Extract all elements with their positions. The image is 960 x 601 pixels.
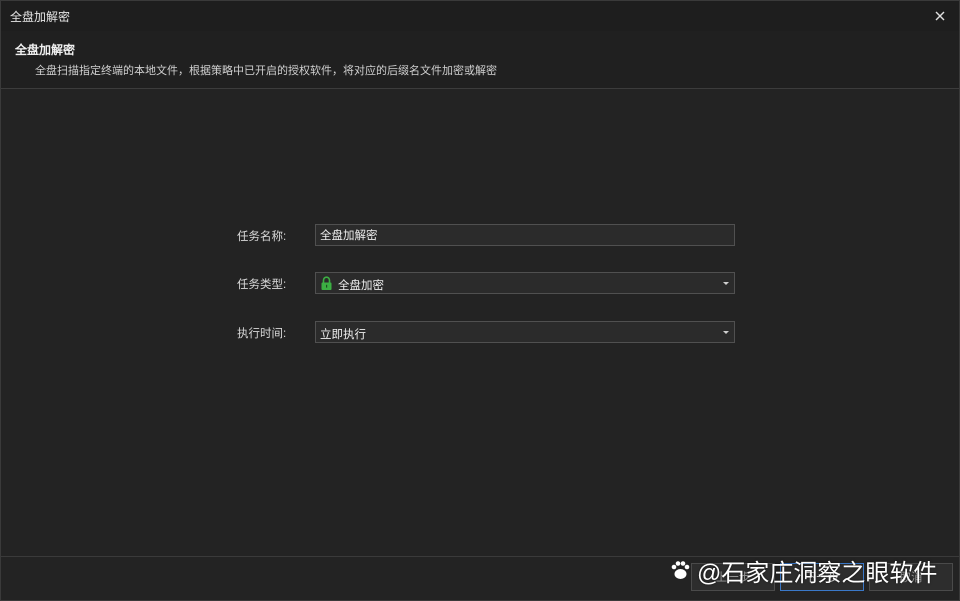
task-type-value: 全盘加密 <box>338 280 384 292</box>
cancel-button[interactable]: 取消 <box>869 563 953 591</box>
paw-logo-icon <box>671 561 690 579</box>
footer-divider <box>1 556 959 557</box>
title-bar[interactable]: 全盘加解密 <box>1 1 959 31</box>
lock-icon <box>321 276 332 290</box>
exec-time-label: 执行时间: <box>237 328 287 340</box>
task-name-label: 任务名称: <box>237 231 287 243</box>
task-type-label: 任务类型: <box>237 279 287 291</box>
chevron-down-icon <box>723 282 729 285</box>
prev-button[interactable]: 上一步 <box>691 563 775 591</box>
exec-time-select[interactable]: 立即执行 <box>315 321 735 343</box>
task-name-row: 任务名称: <box>1 224 959 246</box>
close-button[interactable] <box>929 5 951 27</box>
window-title: 全盘加解密 <box>10 10 71 24</box>
header-title: 全盘加解密 <box>15 43 76 57</box>
dialog-window: 全盘加解密 全盘加解密 全盘扫描指定终端的本地文件，根据策略中已开启的授权软件，… <box>0 0 960 601</box>
task-name-input[interactable] <box>316 225 734 245</box>
exec-time-value: 立即执行 <box>320 329 366 341</box>
next-button[interactable]: 下一步 <box>780 563 864 591</box>
header-description: 全盘扫描指定终端的本地文件，根据策略中已开启的授权软件，将对应的后缀名文件加密或… <box>35 65 497 77</box>
task-name-field[interactable] <box>315 224 735 246</box>
close-icon <box>935 11 945 21</box>
task-type-row: 任务类型: 全盘加密 <box>1 272 959 294</box>
exec-time-row: 执行时间: 立即执行 <box>1 321 959 343</box>
dialog-header: 全盘加解密 全盘扫描指定终端的本地文件，根据策略中已开启的授权软件，将对应的后缀… <box>1 31 959 89</box>
chevron-down-icon <box>723 331 729 334</box>
task-type-select[interactable]: 全盘加密 <box>315 272 735 294</box>
